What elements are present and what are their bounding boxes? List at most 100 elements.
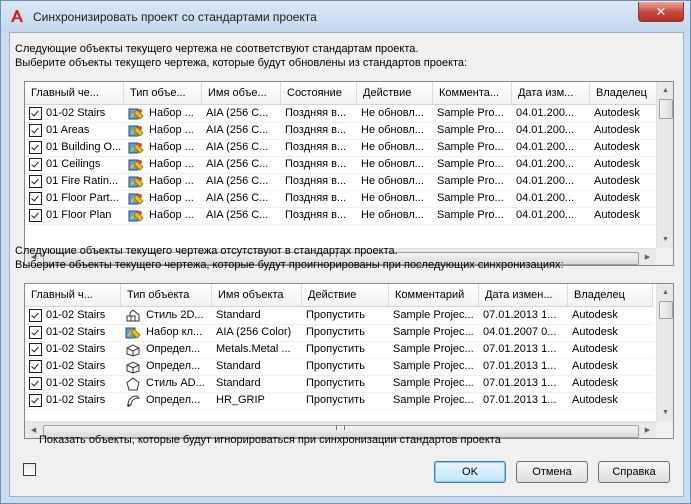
scroll-thumb[interactable]	[659, 301, 673, 319]
table-cell: 04.01.200...	[516, 124, 575, 136]
column-header[interactable]: Владелец	[590, 82, 660, 104]
column-header[interactable]: Главный ч...	[25, 284, 121, 306]
table-cell: Не обновл...	[361, 192, 424, 204]
table-cell: 01-02 Stairs	[25, 324, 121, 341]
table-cell: Поздняя в...	[285, 175, 347, 187]
vertical-scrollbar[interactable]: ▲ ▼	[656, 284, 673, 421]
column-header[interactable]: Главный че...	[25, 82, 124, 104]
row-checkbox[interactable]	[29, 124, 42, 137]
tool-palette-icon	[128, 141, 144, 155]
column-header[interactable]: Имя объе...	[202, 82, 281, 104]
column-header[interactable]: Дата измен...	[479, 284, 568, 306]
scroll-up-icon[interactable]: ▲	[657, 82, 673, 99]
nonconforming-objects-grid[interactable]: Главный че... Тип объе... Имя объе... Состо…	[24, 81, 674, 266]
column-header[interactable]: Тип объе...	[124, 82, 202, 104]
row-checkbox[interactable]	[29, 326, 42, 339]
table-cell: Набор ...	[124, 139, 202, 156]
row-checkbox[interactable]	[29, 107, 42, 120]
table-row[interactable]: 01 Fire Ratin... Набор ... AIA (256 C... По…	[25, 173, 660, 191]
table-cell: Поздняя в...	[285, 124, 347, 136]
row-checkbox[interactable]	[29, 394, 42, 407]
table-row[interactable]: 01-02 Stairs Стиль AD... Standard Пропустит…	[25, 375, 653, 393]
table-cell: Autodesk	[572, 343, 618, 355]
scroll-up-icon[interactable]: ▲	[657, 284, 673, 301]
column-header[interactable]: Состояние	[281, 82, 357, 104]
table-cell: Определ...	[121, 392, 212, 409]
dialog-window: Синхронизировать проект со стандартами п…	[0, 0, 691, 504]
table-cell: Поздняя в...	[285, 192, 347, 204]
row-checkbox[interactable]	[29, 209, 42, 222]
table-cell: Поздняя в...	[285, 158, 347, 170]
table-cell: 01 Areas	[25, 122, 124, 139]
row-checkbox[interactable]	[29, 192, 42, 205]
table-row[interactable]: 01 Building O... Набор ... AIA (256 C... По…	[25, 139, 660, 157]
row-checkbox[interactable]	[29, 175, 42, 188]
table-row[interactable]: 01-02 Stairs Набор кл... AIA (256 Color) Пр…	[25, 324, 653, 342]
dialog-client-area: Следующие объекты текущего чертежа не со…	[9, 32, 684, 497]
column-header[interactable]: Действие	[357, 82, 433, 104]
close-button[interactable]: ✕	[638, 2, 684, 22]
table-cell: Не обновл...	[361, 124, 424, 136]
column-header[interactable]: Коммента...	[433, 82, 512, 104]
table-row[interactable]: 01 Ceilings Набор ... AIA (256 C... Поздняя…	[25, 156, 660, 174]
table-cell: Поздняя в...	[285, 141, 347, 153]
vertical-scrollbar[interactable]: ▲ ▼	[656, 82, 673, 248]
table-row[interactable]: 01 Floor Part... Набор ... AIA (256 C... По…	[25, 190, 660, 208]
table-cell: 01-02 Stairs	[25, 307, 121, 324]
column-header[interactable]: Дата изм...	[512, 82, 590, 104]
table-row[interactable]: 01-02 Stairs Определ... Metals.Metal ... Пр…	[25, 341, 653, 359]
row-checkbox[interactable]	[29, 343, 42, 356]
column-header[interactable]: Действие	[302, 284, 389, 306]
table-cell: Набор кл...	[121, 324, 212, 341]
table-row[interactable]: 01-02 Stairs Стиль 2D... Standard Пропустит…	[25, 307, 653, 325]
scroll-right-icon[interactable]: ▶	[639, 249, 656, 265]
cancel-button[interactable]: Отмена	[516, 461, 588, 483]
title-bar[interactable]: Синхронизировать проект со стандартами п…	[1, 1, 690, 32]
table-cell: 01 Floor Part...	[25, 190, 124, 207]
table-cell: Autodesk	[572, 394, 618, 406]
column-header[interactable]: Комментарий	[389, 284, 479, 306]
table-cell: 01-02 Stairs	[25, 341, 121, 358]
table-cell: Sample Pro...	[437, 107, 504, 119]
scroll-down-icon[interactable]: ▼	[657, 231, 673, 248]
help-button[interactable]: Справка	[598, 461, 670, 483]
row-checkbox[interactable]	[29, 158, 42, 171]
table-cell: Не обновл...	[361, 175, 424, 187]
table-cell: Autodesk	[594, 141, 640, 153]
scroll-right-icon[interactable]: ▶	[639, 422, 656, 438]
table-row[interactable]: 01-02 Stairs Набор ... AIA (256 C... Поздня…	[25, 105, 660, 123]
top-description-line1: Следующие объекты текущего чертежа не со…	[15, 43, 419, 55]
ok-button[interactable]: OK	[434, 461, 506, 483]
table-row[interactable]: 01 Floor Plan Набор ... AIA (256 C... Поздн…	[25, 207, 660, 225]
table-cell: AIA (256 C...	[206, 209, 269, 221]
table-cell: AIA (256 C...	[206, 124, 269, 136]
window-title: Синхронизировать проект со стандартами п…	[33, 10, 317, 24]
table-cell: Sample Projec...	[393, 309, 474, 321]
table-cell: 01-02 Stairs	[25, 375, 121, 392]
scroll-thumb[interactable]	[659, 99, 673, 119]
scroll-corner	[656, 421, 673, 438]
table-cell: 07.01.2013 1...	[483, 377, 557, 389]
table-cell: Набор ...	[124, 122, 202, 139]
table-cell: 01-02 Stairs	[25, 358, 121, 375]
scroll-down-icon[interactable]: ▼	[657, 404, 673, 421]
table-row[interactable]: 01 Areas Набор ... AIA (256 C... Поздняя в.…	[25, 122, 660, 140]
table-row[interactable]: 01-02 Stairs Определ... Standard Пропустить…	[25, 358, 653, 376]
table-cell: Sample Pro...	[437, 141, 504, 153]
column-header[interactable]: Тип объекта	[121, 284, 212, 306]
table-cell: AIA (256 C...	[206, 192, 269, 204]
table-cell: 04.01.200...	[516, 209, 575, 221]
table-cell: Определ...	[121, 358, 212, 375]
row-checkbox[interactable]	[29, 377, 42, 390]
column-header[interactable]: Владелец	[568, 284, 653, 306]
row-checkbox[interactable]	[29, 309, 42, 322]
table-cell: Autodesk	[572, 377, 618, 389]
show-ignored-checkbox[interactable]	[23, 463, 36, 476]
row-checkbox[interactable]	[29, 141, 42, 154]
row-checkbox[interactable]	[29, 360, 42, 373]
table-cell: 07.01.2013 1...	[483, 360, 557, 372]
missing-objects-grid[interactable]: Главный ч... Тип объекта Имя объекта Действ…	[24, 283, 674, 439]
column-header[interactable]: Имя объекта	[212, 284, 302, 306]
table-cell: Пропустить	[306, 394, 365, 406]
table-row[interactable]: 01-02 Stairs Определ... HR_GRIP Пропустить S…	[25, 392, 653, 410]
